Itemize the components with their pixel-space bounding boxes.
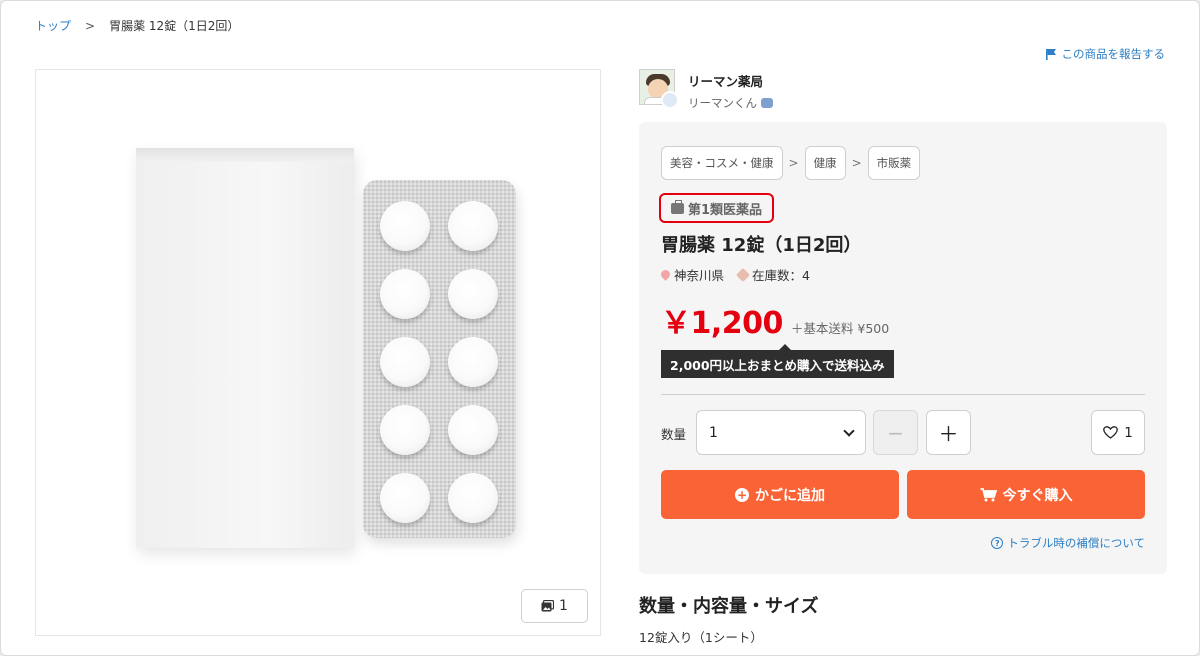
- category-chip-health[interactable]: 健康: [804, 146, 846, 180]
- quantity-select[interactable]: 1: [696, 410, 866, 455]
- purchase-card: 美容・コスメ・健康 > 健康 > 市販薬 第1類医薬品 胃腸薬 12錠（1日2回…: [639, 122, 1167, 574]
- buy-now-label: 今すぐ購入: [1002, 487, 1073, 504]
- location-pin-icon: [659, 268, 672, 281]
- report-item-label: この商品を報告する: [1061, 47, 1166, 61]
- pill: [448, 201, 498, 251]
- quantity-value: 1: [709, 424, 718, 441]
- image-count-button[interactable]: 1: [521, 589, 588, 623]
- pill: [448, 337, 498, 387]
- product-meta: 神奈川県 在庫数：4: [659, 265, 810, 284]
- location: 神奈川県: [674, 268, 725, 283]
- stock-box-icon: [735, 267, 751, 282]
- drug-class-badge: 第1類医薬品: [659, 193, 774, 223]
- shop-name[interactable]: リーマン薬局: [688, 71, 773, 90]
- spec-value: 12錠入り（1シート）: [639, 630, 763, 645]
- plus-circle-icon: +: [735, 487, 749, 502]
- product-title: 胃腸薬 12錠（1日2回）: [661, 235, 862, 256]
- cart-icon: [980, 487, 997, 501]
- breadcrumb: トップ > 胃腸薬 12錠（1日2回）: [35, 17, 239, 34]
- pill: [380, 473, 430, 523]
- add-to-cart-label: かごに追加: [755, 487, 825, 504]
- breadcrumb-home-link[interactable]: トップ: [35, 17, 71, 34]
- flag-icon: [1045, 48, 1056, 60]
- breadcrumb-separator: >: [85, 18, 96, 33]
- category-chip-otc-drugs[interactable]: 市販薬: [867, 146, 921, 180]
- pill: [380, 201, 430, 251]
- pill: [380, 269, 430, 319]
- user-avatar-badge: [661, 91, 679, 109]
- divider: [661, 394, 1145, 395]
- quantity-increment-button[interactable]: ＋: [926, 410, 971, 455]
- drug-class-label: 第1類医薬品: [687, 202, 763, 218]
- chevron-down-icon: [843, 424, 855, 437]
- seller-user-name: リーマンくん: [688, 96, 757, 110]
- category-separator: >: [788, 156, 799, 170]
- category-chip-beauty-health[interactable]: 美容・コスメ・健康: [661, 146, 783, 180]
- stock-count: 在庫数：4: [752, 268, 810, 283]
- trouble-compensation-label: トラブル時の補償について: [1007, 536, 1145, 550]
- image-icon: [541, 600, 555, 612]
- pill: [448, 405, 498, 455]
- quantity-decrement-button[interactable]: −: [873, 410, 918, 455]
- heart-icon: [1103, 426, 1119, 439]
- product-image-gallery[interactable]: 1: [35, 69, 601, 636]
- price: ￥1,200: [661, 306, 783, 341]
- pill: [380, 337, 430, 387]
- quantity-label: 数量: [661, 427, 687, 442]
- chat-icon: [761, 98, 773, 108]
- add-to-cart-button[interactable]: + かごに追加: [661, 470, 899, 519]
- category-separator: >: [851, 156, 862, 170]
- seller-avatar[interactable]: [639, 69, 679, 109]
- pill: [380, 405, 430, 455]
- pill: [448, 269, 498, 319]
- report-item-link[interactable]: この商品を報告する: [1045, 46, 1166, 62]
- seller-info[interactable]: リーマン薬局 リーマンくん: [639, 69, 773, 111]
- image-count: 1: [559, 598, 568, 614]
- free-shipping-tooltip: 2,000円以上おまとめ購入で送料込み: [661, 344, 894, 378]
- price-row: ￥1,200 ＋基本送料 ¥500: [661, 298, 889, 342]
- shipping-fee: ＋基本送料 ¥500: [790, 321, 890, 336]
- help-icon: ?: [991, 537, 1004, 549]
- page-frame: トップ > 胃腸薬 12錠（1日2回） この商品を報告する 1 リーマン薬局 リ…: [0, 0, 1200, 656]
- pill: [448, 473, 498, 523]
- trouble-compensation-link[interactable]: ? トラブル時の補償について: [991, 535, 1145, 551]
- breadcrumb-current: 胃腸薬 12錠（1日2回）: [109, 19, 240, 33]
- medicine-bag-icon: [670, 199, 684, 214]
- category-path: 美容・コスメ・健康 > 健康 > 市販薬: [661, 146, 921, 180]
- buy-now-button[interactable]: 今すぐ購入: [907, 470, 1145, 519]
- product-box-image: [136, 148, 354, 548]
- favorite-count: 1: [1124, 424, 1133, 441]
- spec-heading: 数量・内容量・サイズ: [639, 596, 819, 617]
- favorite-button[interactable]: 1: [1091, 410, 1145, 455]
- blister-pack-image: [363, 180, 516, 538]
